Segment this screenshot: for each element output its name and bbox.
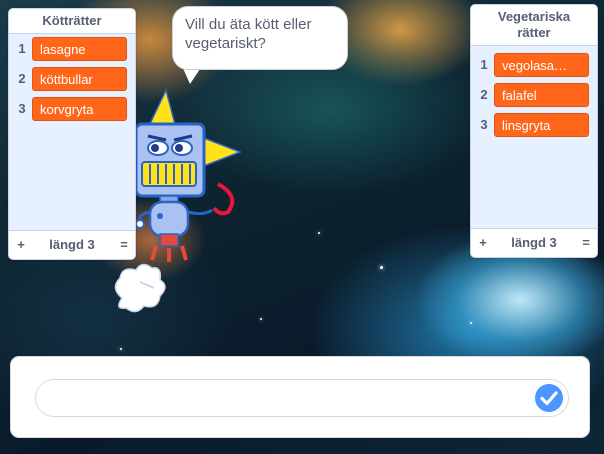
list-item-value[interactable]: falafel: [494, 83, 589, 107]
smoke-puff: [114, 263, 166, 313]
list-monitor-kottratter[interactable]: Kötträtter 1 lasagne 2 köttbullar 3 korv…: [8, 8, 136, 260]
list-item-index: 1: [480, 57, 488, 72]
list-item[interactable]: 3 linsgryta: [471, 113, 597, 137]
list-length-label: längd 3: [49, 237, 95, 252]
list-item-index: 1: [18, 41, 26, 56]
list-item[interactable]: 1 vegolasa…: [471, 53, 597, 77]
speech-bubble: Vill du äta kött eller vegetariskt?: [172, 6, 348, 70]
list-item-index: 3: [18, 101, 26, 116]
list-item[interactable]: 2 falafel: [471, 83, 597, 107]
list-item[interactable]: 3 korvgryta: [9, 97, 135, 121]
list-item-index: 2: [18, 71, 26, 86]
speech-line: vegetariskt?: [185, 35, 266, 52]
ask-prompt-box: [10, 356, 590, 438]
list-footer: + längd 3 =: [9, 230, 135, 259]
list-length-label: längd 3: [511, 235, 557, 250]
list-item-value[interactable]: lasagne: [32, 37, 127, 61]
list-item-value[interactable]: vegolasa…: [494, 53, 589, 77]
list-item-value[interactable]: linsgryta: [494, 113, 589, 137]
star: [260, 318, 262, 320]
list-item-value[interactable]: köttbullar: [32, 67, 127, 91]
answer-input[interactable]: [35, 379, 569, 417]
star: [120, 348, 122, 350]
list-item[interactable]: 2 köttbullar: [9, 67, 135, 91]
check-icon: [533, 382, 565, 414]
list-item-index: 2: [480, 87, 488, 102]
list-footer: + längd 3 =: [471, 228, 597, 257]
resize-handle[interactable]: =: [118, 237, 130, 252]
speech-line: Vill du äta kött eller: [185, 16, 312, 33]
list-item[interactable]: 1 lasagne: [9, 37, 135, 61]
star: [318, 232, 320, 234]
submit-answer-button[interactable]: [533, 382, 565, 414]
stage: Kötträtter 1 lasagne 2 köttbullar 3 korv…: [0, 0, 604, 454]
list-item-value[interactable]: korvgryta: [32, 97, 127, 121]
list-title: Kötträtter: [9, 9, 135, 34]
list-item-index: 3: [480, 117, 488, 132]
star: [470, 322, 472, 324]
star: [380, 266, 383, 269]
resize-handle[interactable]: =: [580, 235, 592, 250]
list-monitor-vegetariska-ratter[interactable]: Vegetariska rätter 1 vegolasa… 2 falafel…: [470, 4, 598, 258]
list-title: Vegetariska rätter: [471, 5, 597, 46]
